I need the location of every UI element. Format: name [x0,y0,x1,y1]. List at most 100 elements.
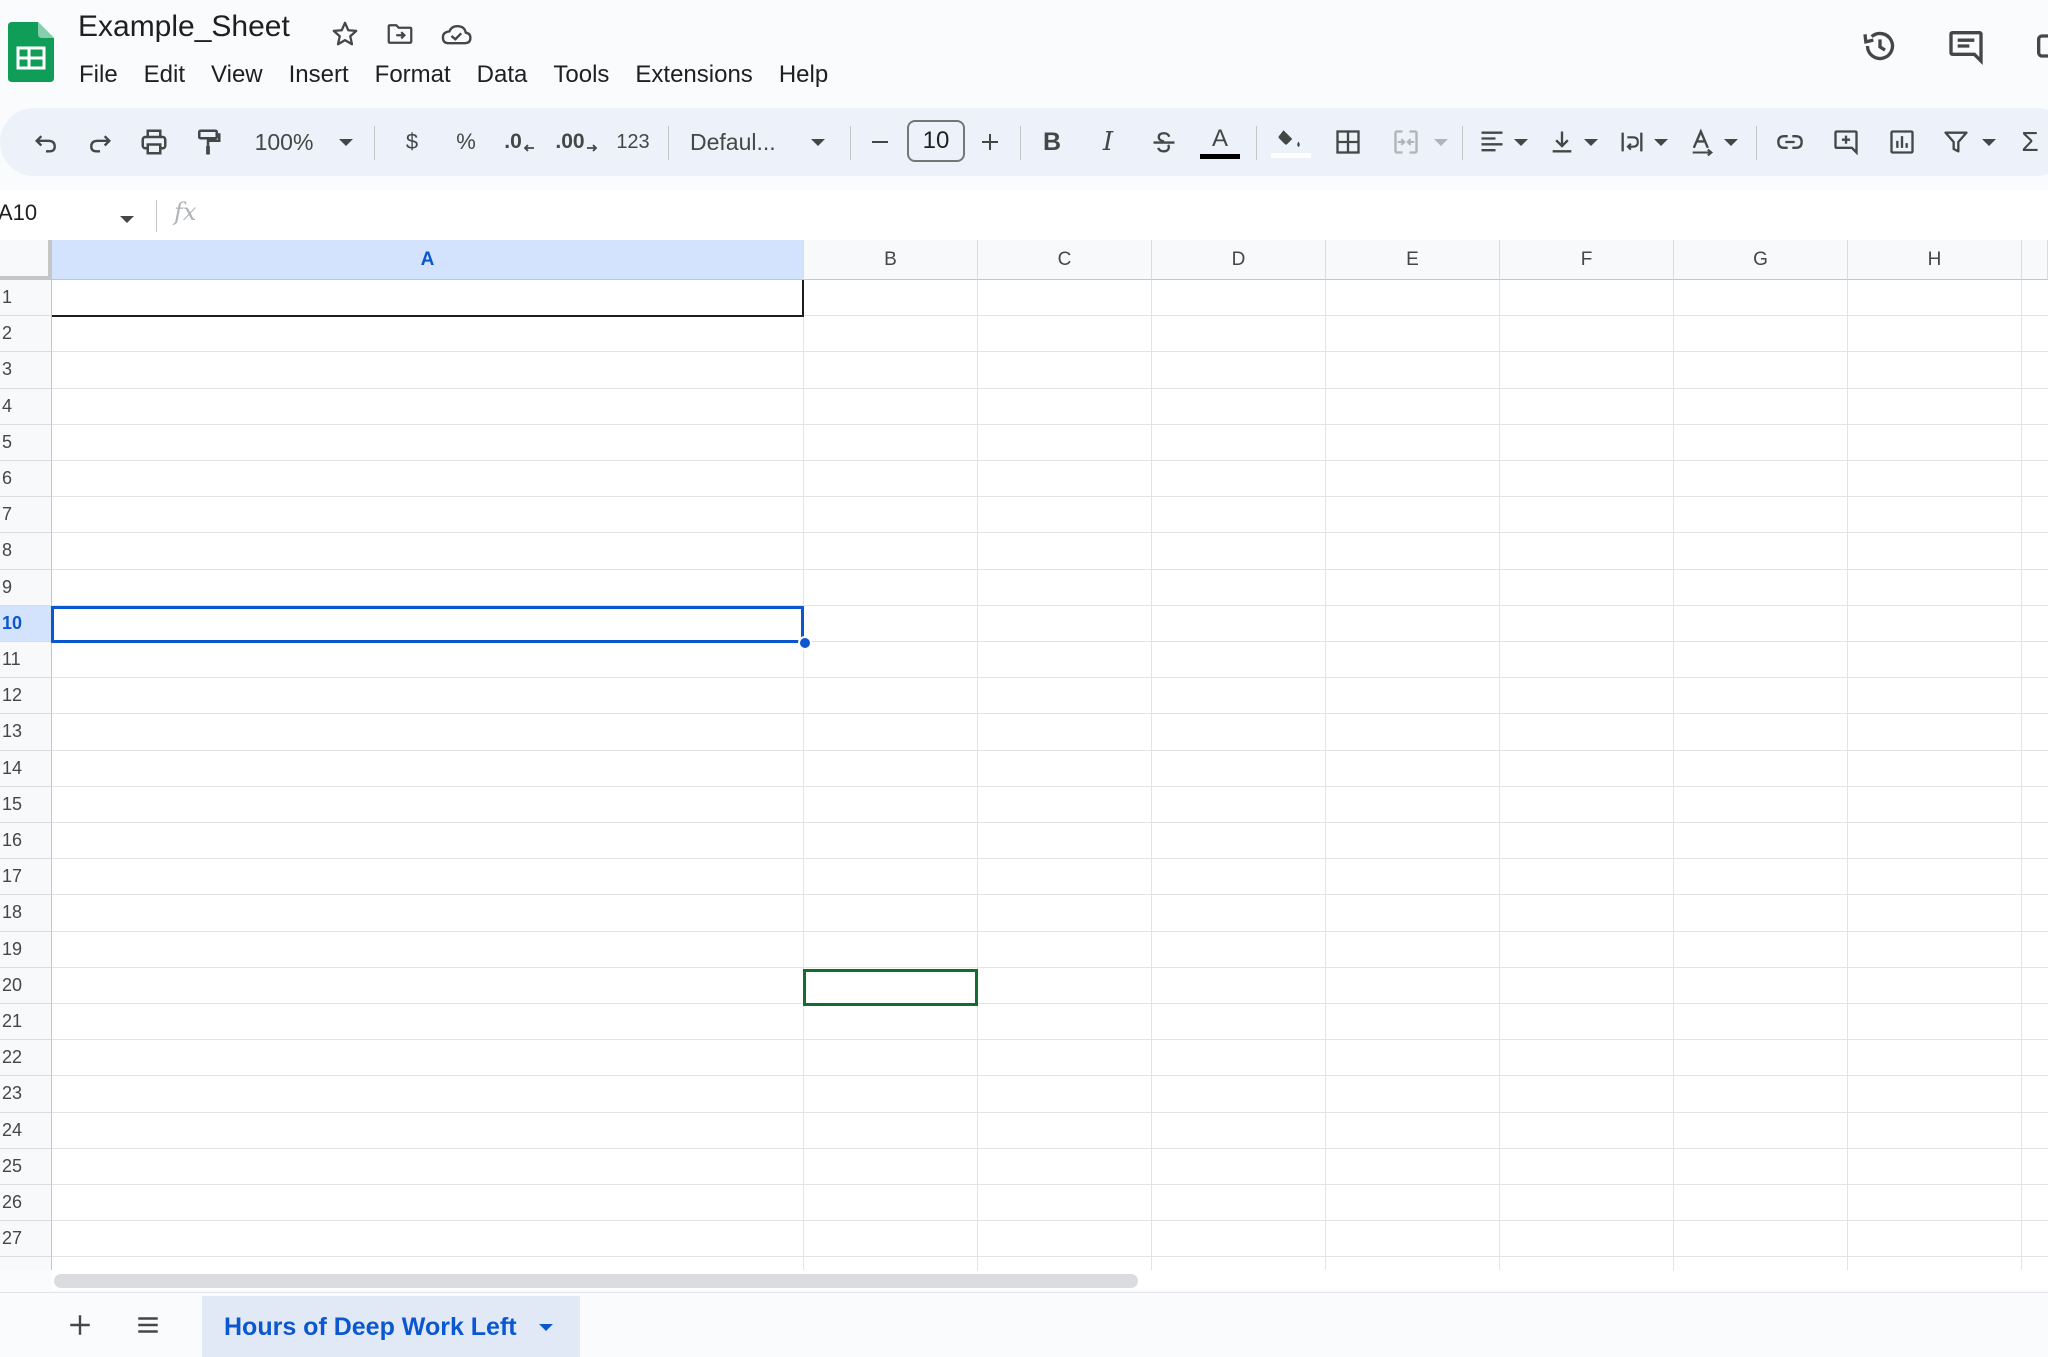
row-header-23[interactable]: 23 [0,1076,52,1113]
insert-comment-icon[interactable] [1824,118,1868,166]
highlighted-cell-b20[interactable] [803,969,978,1006]
spreadsheet-grid[interactable]: ABCDEFGH 1 2 3 4 5 6 7 8 9 10 11 12 13 14 15 16 17 18 19 20… [0,240,2048,1270]
increase-decimal-button[interactable]: .00 [552,118,602,166]
horizontal-align-icon[interactable] [1472,118,1512,166]
merge-dropdown-icon[interactable] [1430,118,1452,166]
row-header-17[interactable]: 17 [0,859,52,896]
row-header-8[interactable]: 8 [0,533,52,570]
all-sheets-icon[interactable] [128,1305,168,1345]
row-header-11[interactable]: 11 [0,642,52,679]
text-color-button[interactable]: A [1196,118,1244,166]
menu-file[interactable]: File [66,55,131,95]
cell-a1-border[interactable] [52,280,804,317]
row-header-12[interactable]: 12 [0,678,52,715]
filter-dropdown-icon[interactable] [1978,118,2000,166]
row-header-5[interactable]: 5 [0,424,52,461]
column-header-overflow[interactable] [2022,240,2048,280]
row-header-16[interactable]: 16 [0,823,52,860]
print-icon[interactable] [132,118,176,166]
column-header-a[interactable]: A [52,240,804,280]
row-header-7[interactable]: 7 [0,497,52,534]
column-header-b[interactable]: B [804,240,978,280]
row-header-4[interactable]: 4 [0,388,52,425]
fill-handle[interactable] [798,636,812,650]
sheets-logo-icon[interactable] [8,22,54,82]
sheet-tab-dropdown-icon[interactable] [538,1323,553,1331]
undo-icon[interactable] [24,118,68,166]
row-header-21[interactable]: 21 [0,1004,52,1041]
strikethrough-icon[interactable] [1144,118,1184,166]
row-header-26[interactable]: 26 [0,1185,52,1222]
menu-help[interactable]: Help [766,55,841,95]
name-box[interactable]: A10 [0,200,37,226]
selected-cell-a10[interactable] [51,606,804,643]
move-folder-icon[interactable] [380,14,420,54]
column-header-c[interactable]: C [978,240,1152,280]
increase-font-size-icon[interactable] [972,118,1008,166]
fill-color-icon[interactable] [1268,118,1314,166]
menu-extensions[interactable]: Extensions [622,55,765,95]
insert-chart-icon[interactable] [1880,118,1924,166]
menu-view[interactable]: View [198,55,276,95]
row-header-overflow[interactable] [0,1257,52,1270]
row-header-13[interactable]: 13 [0,714,52,751]
row-header-9[interactable]: 9 [0,569,52,606]
text-rotation-icon[interactable] [1682,118,1722,166]
star-icon[interactable] [325,14,365,54]
text-rotation-dropdown-icon[interactable] [1720,118,1742,166]
comments-icon[interactable] [1942,22,1990,70]
format-percent-button[interactable]: % [446,118,486,166]
filter-icon[interactable] [1936,118,1976,166]
redo-icon[interactable] [78,118,122,166]
meet-icon[interactable] [2028,22,2048,70]
insert-link-icon[interactable] [1768,118,1812,166]
bold-button[interactable]: B [1032,118,1072,166]
row-header-3[interactable]: 3 [0,352,52,389]
menu-insert[interactable]: Insert [276,55,362,95]
vertical-align-dropdown-icon[interactable] [1580,118,1602,166]
more-formats-button[interactable]: 123 [612,118,654,166]
merge-cells-icon[interactable] [1384,118,1428,166]
font-family-select[interactable]: Defaul... [690,118,800,166]
row-header-25[interactable]: 25 [0,1148,52,1185]
horizontal-scrollbar[interactable] [54,1274,1138,1288]
horizontal-align-dropdown-icon[interactable] [1510,118,1532,166]
row-header-14[interactable]: 14 [0,750,52,787]
row-header-18[interactable]: 18 [0,895,52,932]
column-header-h[interactable]: H [1848,240,2022,280]
paint-format-icon[interactable] [186,118,230,166]
decrease-font-size-icon[interactable] [862,118,898,166]
row-header-24[interactable]: 24 [0,1112,52,1149]
functions-icon[interactable]: Σ [2012,118,2048,166]
decrease-decimal-button[interactable]: .0 [498,118,542,166]
row-header-2[interactable]: 2 [0,316,52,353]
text-wrapping-dropdown-icon[interactable] [1650,118,1672,166]
zoom-dropdown-icon[interactable] [334,118,358,166]
row-header-27[interactable]: 27 [0,1221,52,1258]
column-header-f[interactable]: F [1500,240,1674,280]
document-title[interactable]: Example_Sheet [78,10,290,44]
version-history-icon[interactable] [1856,22,1904,70]
borders-icon[interactable] [1326,118,1370,166]
column-header-e[interactable]: E [1326,240,1500,280]
row-header-15[interactable]: 15 [0,786,52,823]
row-header-22[interactable]: 22 [0,1040,52,1077]
formula-input[interactable] [210,198,2010,232]
text-wrapping-icon[interactable] [1612,118,1652,166]
format-currency-button[interactable]: $ [392,118,432,166]
name-box-dropdown-icon[interactable] [120,210,134,228]
vertical-align-icon[interactable] [1542,118,1582,166]
row-header-1[interactable]: 1 [0,280,52,317]
menu-data[interactable]: Data [464,55,541,95]
row-header-6[interactable]: 6 [0,461,52,498]
italic-button[interactable]: I [1088,118,1128,166]
select-all-corner[interactable] [0,240,52,280]
menu-format[interactable]: Format [362,55,464,95]
sheet-tab-active[interactable]: Hours of Deep Work Left [202,1296,580,1357]
cloud-saved-icon[interactable] [436,14,476,54]
menu-edit[interactable]: Edit [131,55,198,95]
row-header-20[interactable]: 20 [0,967,52,1004]
row-header-19[interactable]: 19 [0,931,52,968]
zoom-select[interactable]: 100% [244,118,324,166]
add-sheet-icon[interactable] [60,1305,100,1345]
